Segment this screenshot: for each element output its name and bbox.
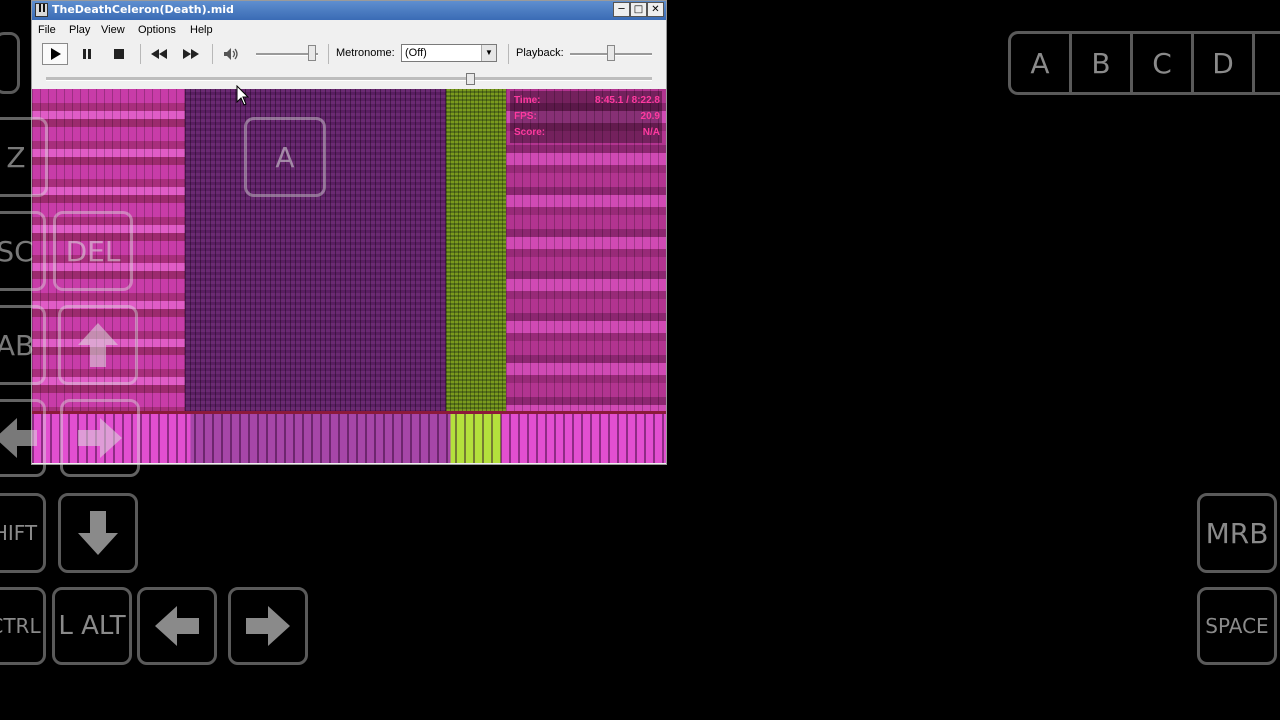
minimize-button[interactable]: ─: [613, 2, 630, 17]
mouse-cursor-icon: [236, 85, 250, 106]
menu-options[interactable]: Options: [138, 24, 176, 36]
speaker-icon: [224, 48, 238, 60]
virtual-key-shift[interactable]: HIFT: [0, 493, 46, 573]
virtual-key-right[interactable]: [228, 587, 308, 665]
virtual-key-row-abcd: A B C D: [1008, 31, 1280, 95]
close-button[interactable]: ✕: [647, 2, 664, 17]
virtual-key-space[interactable]: SPACE: [1197, 587, 1277, 665]
fast-forward-button[interactable]: [178, 43, 204, 65]
seek-thumb[interactable]: [466, 73, 476, 85]
toolbar-separator: [212, 44, 213, 64]
virtual-key-up[interactable]: [58, 305, 138, 385]
virtual-key-ctrl[interactable]: CTRL: [0, 587, 46, 665]
stop-icon: [114, 49, 124, 59]
arrow-up-icon: [78, 323, 118, 367]
stat-key: Time:: [514, 95, 541, 106]
maximize-button[interactable]: □: [630, 2, 647, 17]
virtual-key-left-overlay[interactable]: [0, 399, 46, 477]
virtual-key-a[interactable]: A: [1011, 34, 1072, 92]
virtual-key-a-overlay[interactable]: A: [244, 117, 326, 197]
virtual-key-left[interactable]: [137, 587, 217, 665]
virtual-key-z[interactable]: Z: [0, 117, 48, 197]
stat-value: 20.9: [640, 111, 660, 122]
virtual-key-tab[interactable]: AB: [0, 305, 46, 385]
volume-button[interactable]: [218, 43, 244, 65]
arrow-right-icon: [78, 418, 122, 458]
arrow-right-icon: [246, 606, 290, 646]
window-title: TheDeathCeleron(Death).mid: [52, 3, 234, 16]
virtual-key-down[interactable]: [58, 493, 138, 573]
toolbar-separator: [508, 44, 509, 64]
metronome-value: (Off): [405, 47, 427, 59]
piano-app-icon: [35, 3, 48, 17]
toolbar: Metronome: (Off) ▼ Playback:: [32, 40, 666, 68]
playback-slider-thumb[interactable]: [607, 45, 615, 61]
menu-bar: File Play View Options Help: [32, 21, 666, 40]
stop-button[interactable]: [106, 43, 132, 65]
arrow-down-icon: [78, 511, 118, 555]
volume-slider-thumb[interactable]: [307, 45, 316, 61]
pause-button[interactable]: [74, 43, 100, 65]
menu-view[interactable]: View: [101, 24, 125, 36]
arrow-left-icon: [155, 606, 199, 646]
metronome-select[interactable]: (Off) ▼: [401, 44, 497, 62]
arrow-left-icon: [0, 418, 37, 458]
virtual-key-mrb[interactable]: MRB: [1197, 493, 1277, 573]
playback-label: Playback:: [516, 47, 564, 59]
rewind-button[interactable]: [146, 43, 172, 65]
stat-key: Score:: [514, 127, 546, 138]
pause-icon: [83, 49, 91, 59]
menu-file[interactable]: File: [38, 24, 56, 36]
play-icon: [42, 43, 68, 65]
chevron-down-icon: ▼: [481, 45, 496, 61]
virtual-key-b[interactable]: B: [1072, 34, 1133, 92]
virtual-key-partial[interactable]: [1255, 34, 1280, 92]
play-button[interactable]: [42, 43, 68, 65]
menu-help[interactable]: Help: [190, 24, 213, 36]
toolbar-separator: [328, 44, 329, 64]
toolbar-separator: [140, 44, 141, 64]
title-bar[interactable]: TheDeathCeleron(Death).mid ─ □ ✕: [32, 1, 666, 20]
virtual-key-del[interactable]: DEL: [53, 211, 133, 291]
virtual-key-esc[interactable]: SC: [0, 211, 46, 291]
virtual-key-right-overlay[interactable]: [60, 399, 140, 477]
stats-overlay: Time: 8:45.1 / 8:22.8 FPS: 20.9 Score: N…: [510, 91, 662, 143]
virtual-key-c[interactable]: C: [1133, 34, 1194, 92]
rewind-icon: [151, 49, 167, 59]
stat-value: N/A: [642, 127, 660, 138]
note-lane-green: [446, 89, 506, 411]
virtual-key-lalt[interactable]: L ALT: [52, 587, 132, 665]
fast-forward-icon: [183, 49, 199, 59]
menu-play[interactable]: Play: [69, 24, 90, 36]
stat-key: FPS:: [514, 111, 537, 122]
metronome-label: Metronome:: [336, 47, 395, 59]
seek-bar[interactable]: [46, 77, 652, 81]
virtual-key-partial-left[interactable]: [0, 32, 20, 94]
stat-value: 8:45.1 / 8:22.8: [594, 95, 660, 106]
virtual-key-d[interactable]: D: [1194, 34, 1255, 92]
